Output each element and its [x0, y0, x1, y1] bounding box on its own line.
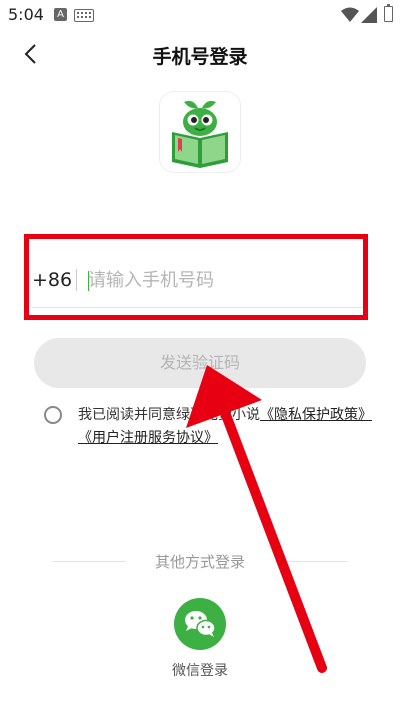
divider-line [274, 561, 348, 562]
wechat-login-label: 微信登录 [172, 663, 228, 679]
agreement-checkbox[interactable] [44, 406, 62, 424]
app-logo-icon [172, 100, 228, 168]
privacy-policy-link[interactable]: 《隐私保护政策》 [260, 407, 372, 423]
page-title: 手机号登录 [152, 46, 248, 68]
app-notification-icon: A [54, 8, 67, 21]
keyboard-icon [74, 9, 94, 22]
agreement-text: 我已阅读并同意绿豆免费小说《隐私保护政策》《用户注册服务协议》 [78, 404, 374, 450]
battery-icon [384, 4, 393, 22]
status-bar: 5:04 A [0, 0, 400, 30]
status-time: 5:04 [8, 5, 44, 24]
annotation-highlight-box [24, 234, 368, 320]
header: 手机号登录 [0, 30, 400, 78]
user-agreement-link[interactable]: 《用户注册服务协议》 [78, 430, 218, 446]
wifi-icon [341, 7, 359, 22]
app-logo [160, 92, 240, 172]
other-login-header: 其他方式登录 [52, 550, 348, 572]
send-code-button[interactable]: 发送验证码 [34, 338, 366, 388]
signal-icon [361, 7, 377, 23]
wechat-login-button[interactable] [174, 598, 226, 650]
wechat-icon [185, 611, 216, 637]
agreement-prefix: 我已阅读并同意绿豆免费小说 [78, 407, 260, 423]
